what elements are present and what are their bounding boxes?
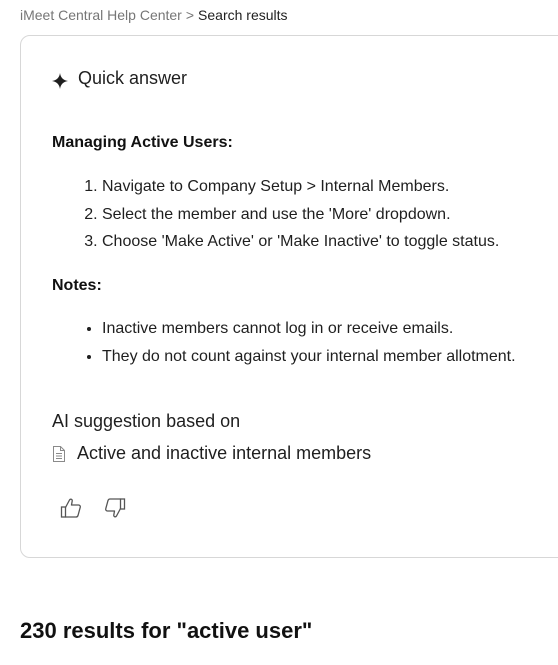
list-item: Select the member and use the 'More' dro… (102, 201, 499, 229)
breadcrumb-home-link[interactable]: iMeet Central Help Center (20, 7, 182, 23)
breadcrumb: iMeet Central Help Center > Search results (20, 7, 288, 23)
section-title-notes: Notes: (52, 277, 102, 294)
document-icon (52, 445, 66, 462)
steps-list: Navigate to Company Setup > Internal Mem… (52, 173, 499, 256)
list-item: Navigate to Company Setup > Internal Mem… (102, 173, 499, 201)
breadcrumb-separator: > (185, 7, 195, 23)
list-item: They do not count against your internal … (102, 343, 516, 371)
sparkle-icon (52, 72, 68, 89)
source-article-link[interactable]: Active and inactive internal members (52, 443, 371, 464)
feedback-buttons (59, 497, 127, 524)
ai-suggestion-label: AI suggestion based on (52, 411, 241, 431)
thumbs-up-icon (60, 497, 82, 524)
thumbs-down-button[interactable] (103, 497, 127, 524)
section-title-managing: Managing Active Users: (52, 134, 233, 151)
breadcrumb-current: Search results (198, 7, 288, 23)
list-item: Choose 'Make Active' or 'Make Inactive' … (102, 228, 499, 256)
quick-answer-title: Quick answer (78, 68, 188, 88)
thumbs-up-button[interactable] (59, 498, 83, 522)
quick-answer-header: Quick answer (52, 68, 187, 89)
source-article-title: Active and inactive internal members (77, 443, 372, 463)
list-item: Inactive members cannot log in or receiv… (102, 315, 516, 343)
results-count-heading: 230 results for "active user" (20, 618, 313, 643)
quick-answer-card: Quick answer Managing Active Users: Navi… (20, 35, 558, 558)
notes-list: Inactive members cannot log in or receiv… (52, 315, 516, 371)
thumbs-down-icon (104, 497, 126, 524)
